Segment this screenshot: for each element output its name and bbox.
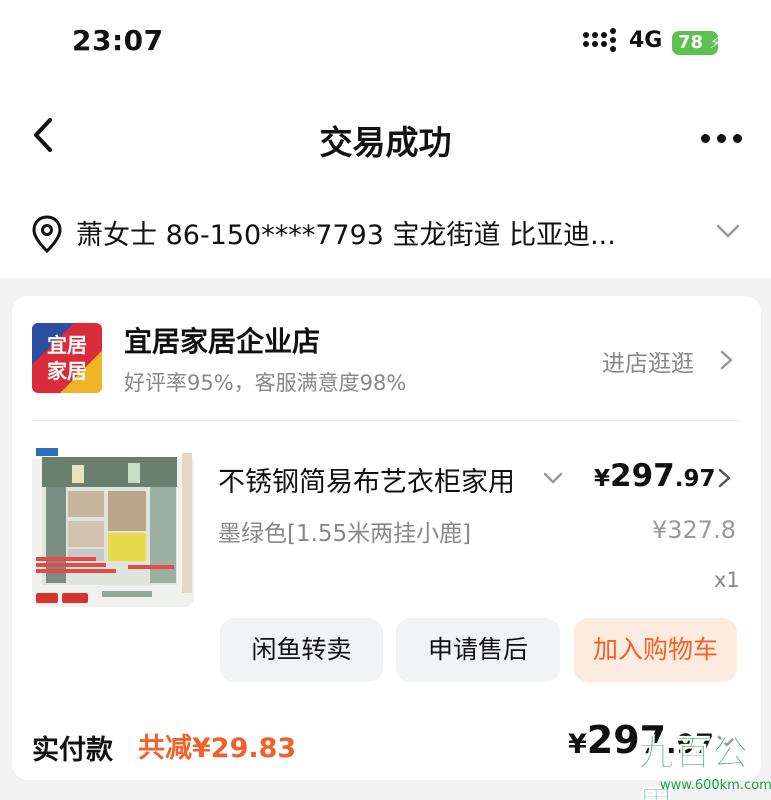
product-price: ¥297.97: [594, 458, 715, 494]
price-decimal: .97: [674, 466, 716, 492]
page-title: 交易成功: [319, 123, 452, 162]
product-quantity: x1: [714, 568, 740, 592]
visit-shop-link[interactable]: 进店逛逛: [602, 344, 694, 378]
network-type: 4G: [629, 28, 663, 53]
total-currency: ¥: [568, 729, 587, 760]
status-time: 23:07: [72, 24, 164, 57]
battery-level: 78: [678, 32, 704, 53]
chevron-right-icon[interactable]: [718, 346, 736, 374]
charging-icon: ⚡: [709, 33, 721, 52]
shop-logo-line-1: 宜居: [47, 333, 87, 357]
chevron-down-icon[interactable]: [712, 216, 744, 246]
paid-label: 实付款: [32, 735, 113, 766]
product-variant: 墨绿色[1.55米两挂小鹿]: [218, 521, 472, 547]
nav-bar: 交易成功: [0, 88, 771, 188]
after-sale-button[interactable]: 申请售后: [396, 618, 560, 682]
product-image[interactable]: [32, 445, 194, 607]
original-price: ¥327.8: [652, 516, 736, 544]
shop-rating: 好评率95%，客服满意度98%: [124, 371, 407, 395]
product-name[interactable]: 不锈钢简易布艺衣柜家用: [218, 460, 536, 499]
price-integer: 297: [610, 458, 675, 494]
shop-logo[interactable]: 宜居 家居: [32, 323, 102, 393]
chevron-right-icon[interactable]: [716, 464, 734, 492]
delivery-address[interactable]: 萧女士 86-150****7793 宝龙街道 比亚迪...: [0, 188, 771, 278]
divider: [32, 420, 741, 421]
battery-indicator: 78 ⚡: [672, 31, 721, 55]
location-pin-icon: [32, 215, 62, 254]
more-options-icon[interactable]: [697, 122, 747, 152]
watermark-url: www.600km.com: [660, 778, 771, 793]
order-card: 宜居 家居 宜居家居企业店 好评率95%，客服满意度98% 进店逛逛 不锈钢简易…: [12, 296, 761, 780]
address-text: 萧女士 86-150****7793 宝龙街道 比亚迪...: [76, 220, 616, 251]
watermark: 九百公里 www.600km.com: [610, 724, 771, 800]
signal-icon: [583, 28, 623, 52]
xianyu-resell-button[interactable]: 闲鱼转卖: [220, 618, 383, 682]
shop-name[interactable]: 宜居家居企业店: [124, 320, 320, 360]
status-bar: 23:07 4G 78 ⚡: [0, 0, 771, 88]
price-currency: ¥: [594, 466, 611, 492]
chevron-down-icon[interactable]: [542, 468, 564, 488]
discount-amount: 共减¥29.83: [138, 733, 297, 764]
add-to-cart-button[interactable]: 加入购物车: [574, 618, 737, 682]
shop-logo-line-2: 家居: [47, 359, 87, 383]
